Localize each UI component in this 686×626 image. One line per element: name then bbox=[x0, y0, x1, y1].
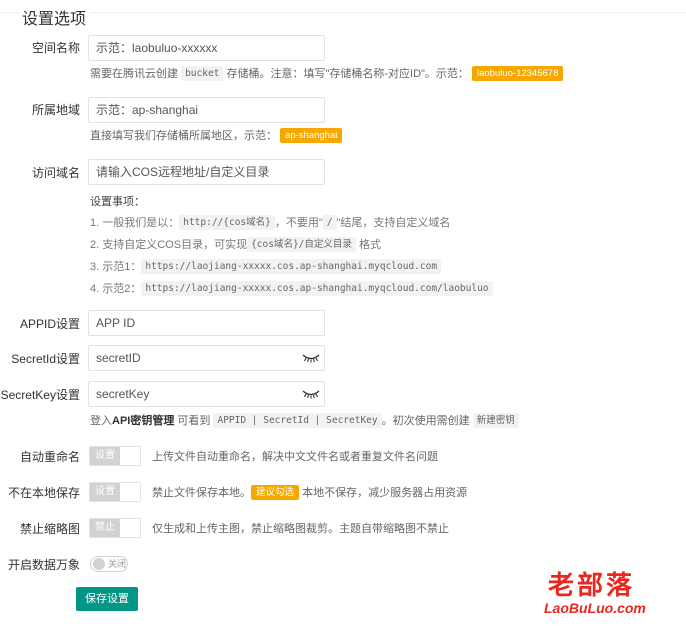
notes-title: 设置事项： bbox=[90, 196, 145, 208]
secret-key-hint-text3: 。初次使用需创建 bbox=[381, 415, 470, 427]
no-local-desc-text2: 本地不保存，减少服务器占用资源 bbox=[302, 487, 468, 499]
toggle-dot bbox=[93, 558, 105, 570]
note-item-3: 3. 示范1： https://laojiang-xxxxx.cos.ap-sha… bbox=[90, 259, 510, 281]
region-input[interactable] bbox=[88, 97, 325, 123]
toggle-state-text: 关闭 bbox=[108, 559, 127, 569]
auto-rename-desc: 上传文件自动重命名，解决中文文件名或者重复文件名问题 bbox=[152, 451, 438, 463]
space-name-hint-text: 需要在腾讯云创建 bbox=[90, 68, 178, 80]
domain-label: 访问域名 bbox=[31, 166, 80, 180]
note-code: https://laojiang-xxxxx.cos.ap-shanghai.m… bbox=[141, 259, 442, 274]
appid-label: APPID设置 bbox=[19, 317, 80, 331]
secret-key-hint-text2: 可看到 bbox=[177, 415, 211, 427]
space-name-input[interactable] bbox=[88, 35, 325, 61]
section-title: 设置选项 bbox=[22, 11, 87, 28]
new-key-code: 新建密钥 bbox=[472, 413, 519, 428]
secret-id-input[interactable] bbox=[88, 345, 325, 371]
no-thumbnail-desc: 仅生成和上传主图，禁止缩略图裁剪。主题自带缩略图不禁止 bbox=[152, 523, 449, 535]
title-divider-left bbox=[0, 12, 20, 13]
note-text: ，不要用" bbox=[274, 217, 323, 229]
region-hint: 直接填写我们存储桶所属地区，示范： ap-shanghai bbox=[90, 128, 343, 144]
secret-key-input[interactable] bbox=[88, 381, 325, 407]
domain-input[interactable] bbox=[88, 159, 325, 185]
bucket-code: bucket bbox=[181, 66, 224, 81]
no-thumbnail-switch[interactable]: 禁止 bbox=[89, 518, 141, 538]
region-example-badge: ap-shanghai bbox=[280, 128, 343, 143]
no-thumbnail-label: 禁止缩略图 bbox=[19, 522, 80, 536]
note-item-4: 4. 示范2： https://laojiang-xxxxx.cos.ap-sha… bbox=[90, 281, 510, 303]
no-local-save-switch[interactable]: 设置 bbox=[89, 482, 141, 502]
switch-knob: 设置 bbox=[90, 483, 120, 501]
eye-closed-icon[interactable] bbox=[302, 353, 320, 363]
note-text: 2. 支持自定义COS目录，可实现 bbox=[90, 239, 248, 251]
space-name-hint-text2: 存储桶。注意：填写"存储桶名称-对应ID"。示范： bbox=[226, 68, 469, 80]
space-name-example-badge: laobuluo-12345678 bbox=[472, 66, 564, 81]
note-text: 3. 示范1： bbox=[90, 261, 142, 273]
watermark-logo: 老部落 LaoBuLuo.com bbox=[540, 570, 680, 620]
title-divider-right bbox=[90, 12, 686, 13]
eye-closed-icon[interactable] bbox=[302, 389, 320, 399]
secret-key-hint: 登入API密钥管理 可看到 APPID | SecretId | SecretK… bbox=[90, 413, 519, 429]
space-name-label: 空间名称 bbox=[31, 41, 80, 55]
note-code: https://laojiang-xxxxx.cos.ap-shanghai.m… bbox=[141, 281, 493, 296]
watermark-en-text: LaoBuLuo.com bbox=[544, 600, 646, 616]
no-local-save-label: 不在本地保存 bbox=[7, 486, 80, 500]
secret-key-label: SecretKey设置 bbox=[0, 388, 80, 402]
secret-key-hint-text: 登入 bbox=[90, 415, 112, 427]
appid-input[interactable] bbox=[88, 310, 325, 336]
secret-id-label: SecretId设置 bbox=[11, 352, 80, 366]
data-wanxiang-label: 开启数据万象 bbox=[7, 558, 80, 572]
watermark-cn-text: 老部落 bbox=[548, 570, 636, 600]
note-item-1: 1. 一般我们是以： http://{cos域名} ，不要用" / "结尾，支持自定义域… bbox=[90, 215, 510, 237]
note-text: 格式 bbox=[358, 239, 381, 251]
region-label: 所属地域 bbox=[31, 103, 80, 117]
no-local-desc-text: 禁止文件保存本地。 bbox=[152, 487, 251, 499]
key-fields-code: APPID | SecretId | SecretKey bbox=[213, 413, 382, 428]
note-item-2: 2. 支持自定义COS目录，可实现 {cos域名}/自定义目录 格式 bbox=[90, 237, 510, 259]
save-button[interactable]: 保存设置 bbox=[76, 587, 138, 611]
no-local-save-desc: 禁止文件保存本地。 建议勾选 本地不保存，减少服务器占用资源 bbox=[152, 485, 467, 501]
note-text: 4. 示范2： bbox=[90, 283, 142, 295]
note-code: / bbox=[322, 215, 337, 230]
settings-notes: 设置事项： 1. 一般我们是以： http://{cos域名} ，不要用" / "结尾，… bbox=[90, 195, 510, 303]
api-key-management-link[interactable]: API密钥管理 bbox=[112, 415, 174, 427]
switch-knob: 禁止 bbox=[90, 519, 120, 537]
note-code: {cos域名}/自定义目录 bbox=[247, 237, 356, 252]
space-name-hint: 需要在腾讯云创建 bucket 存储桶。注意：填写"存储桶名称-对应ID"。示范… bbox=[90, 66, 564, 82]
auto-rename-label: 自动重命名 bbox=[19, 450, 80, 464]
region-hint-text: 直接填写我们存储桶所属地区，示范： bbox=[90, 130, 277, 142]
auto-rename-switch[interactable]: 设置 bbox=[89, 446, 141, 466]
switch-knob: 设置 bbox=[90, 447, 120, 465]
note-text: "结尾，支持自定义域名 bbox=[336, 217, 451, 229]
data-wanxiang-toggle[interactable]: 关闭 bbox=[90, 556, 128, 572]
note-text: 1. 一般我们是以： bbox=[90, 217, 180, 229]
recommend-badge: 建议勾选 bbox=[251, 485, 300, 500]
note-code: http://{cos域名} bbox=[179, 215, 275, 230]
